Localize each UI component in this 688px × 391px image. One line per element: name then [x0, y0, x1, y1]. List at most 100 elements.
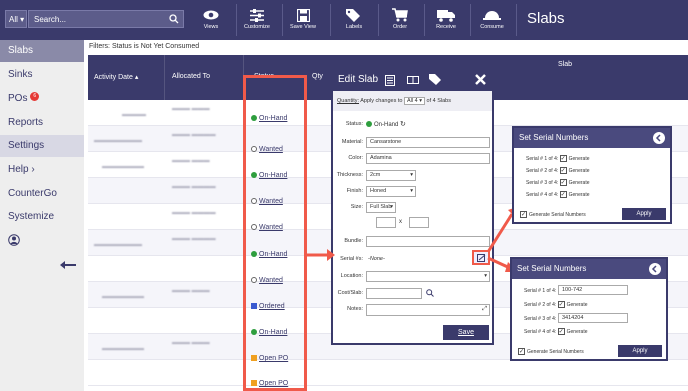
search-icon[interactable]: [426, 289, 434, 297]
apply-button[interactable]: Apply: [618, 345, 662, 357]
generate-all-label: Generate Serial Numbers: [529, 211, 586, 218]
generate-checkbox[interactable]: ✓: [559, 155, 567, 162]
height-input[interactable]: [409, 217, 429, 228]
serial-input[interactable]: 100-742: [558, 285, 628, 295]
customize-label: Customize: [244, 24, 270, 30]
sidebar-item-countergo[interactable]: CounterGo: [0, 183, 84, 205]
generate-checkbox[interactable]: ✓: [559, 167, 567, 174]
serial-row-label: Serial # 4 of 4:: [526, 191, 559, 198]
serial-row-label: Serial # 2 of 4:: [526, 167, 559, 174]
serial-row: Serial # 4 of 4: ✓ Generate: [524, 328, 588, 335]
blurred-cell: ▬▬▬ ▬▬▬▬: [172, 210, 216, 216]
close-icon[interactable]: [475, 74, 486, 85]
back-arrow-icon[interactable]: [653, 132, 665, 144]
table-row[interactable]: [88, 360, 688, 386]
generate-label: Generate: [568, 179, 590, 186]
sidebar-item-systemize[interactable]: Systemize: [0, 206, 84, 228]
sidebar-item-label: POs: [8, 93, 28, 104]
filter-bar[interactable]: Filters: Status is Not Yet Consumed: [84, 40, 688, 54]
tags-icon[interactable]: [429, 74, 442, 85]
save-button[interactable]: Save: [443, 325, 489, 340]
sidebar-item-sinks[interactable]: Sinks: [0, 64, 84, 86]
set-serial-numbers-panel: Set Serial Numbers Serial # 1 of 4: 100-…: [510, 257, 668, 361]
generate-checkbox[interactable]: ✓: [557, 328, 565, 335]
generate-checkbox[interactable]: ✓: [559, 179, 567, 186]
generate-checkbox[interactable]: ✓: [557, 301, 565, 308]
panel-title: Set Serial Numbers: [517, 264, 587, 273]
generate-all-checkbox[interactable]: ✓: [518, 348, 525, 355]
sidebar-item-settings[interactable]: Settings: [0, 135, 84, 157]
consume-button[interactable]: Consume: [469, 6, 515, 36]
sidebar-item-label: Systemize: [8, 211, 55, 222]
column-header-allocated-to[interactable]: Allocated To: [172, 73, 210, 80]
generate-checkbox[interactable]: ✓: [559, 191, 567, 198]
customize-button[interactable]: Customize: [234, 6, 280, 36]
status-value: On-Hand ↻: [366, 120, 406, 128]
serial-row: Serial # 1 of 4: ✓ Generate: [526, 155, 590, 162]
serial-row-label: Serial # 2 of 4:: [524, 301, 557, 308]
blurred-cell: ▬▬▬ ▬▬▬: [172, 288, 210, 294]
sidebar-item-label: Settings: [8, 140, 45, 151]
set-serial-numbers-panel: Set Serial Numbers Serial # 1 of 4: ✓ Gen…: [512, 126, 672, 224]
toolbar-divider: [516, 4, 517, 36]
blurred-cell: ▬▬▬▬▬▬▬▬: [94, 242, 142, 248]
thickness-select[interactable]: 2cm ▾: [366, 170, 416, 181]
search-icon[interactable]: [169, 14, 179, 24]
slab-dimensions-icon[interactable]: [407, 76, 419, 84]
order-button[interactable]: Order: [377, 6, 423, 36]
dimension-x: x: [399, 219, 402, 225]
sidebar-item-pos[interactable]: POs 6: [0, 88, 84, 110]
chevron-down-icon: ▾: [410, 188, 413, 194]
back-arrow-icon[interactable]: [649, 263, 661, 275]
notes-label: Notes:: [347, 306, 363, 312]
generate-label: Generate: [566, 328, 588, 335]
color-input[interactable]: Adamina: [366, 153, 490, 164]
bundle-input[interactable]: [366, 236, 490, 247]
views-button[interactable]: Views: [188, 6, 234, 36]
width-input[interactable]: [376, 217, 396, 228]
size-value: Full Slab: [370, 204, 392, 210]
column-header-activity-date[interactable]: Activity Date ▴: [94, 73, 138, 81]
user-icon[interactable]: [8, 234, 20, 246]
document-icon[interactable]: [385, 75, 395, 86]
size-label: Size:: [350, 204, 363, 210]
chevron-down-icon: ▾: [390, 204, 393, 210]
size-select[interactable]: Full Slab ▾: [366, 202, 396, 213]
column-header-qty[interactable]: Qty: [312, 73, 323, 80]
location-select[interactable]: ▾: [366, 271, 490, 282]
sidebar-item-label: Slabs: [8, 45, 34, 56]
finish-label: Finish:: [346, 188, 363, 194]
edit-slab-dialog: Edit Slab Quantity: Apply changes to All…: [331, 67, 494, 345]
serial-input[interactable]: 3414204: [558, 313, 628, 323]
eye-icon: [203, 10, 219, 20]
blurred-cell: ▬▬▬▬: [122, 112, 146, 118]
serial-row: Serial # 4 of 4: ✓ Generate: [526, 191, 590, 198]
search-input[interactable]: Search...: [28, 10, 184, 28]
sidebar-item-help[interactable]: Help ›: [0, 159, 84, 181]
save-view-label: Save View: [290, 24, 316, 30]
sidebar-item-slabs[interactable]: Slabs: [0, 40, 84, 62]
expand-icon[interactable]: ⤢: [482, 305, 487, 314]
notes-input[interactable]: ⤢: [366, 304, 490, 316]
cost-input[interactable]: [366, 288, 422, 299]
apply-scope-select[interactable]: All 4 ▾: [403, 97, 425, 105]
sidebar: Slabs Sinks POs 6 Reports Settings Help …: [0, 40, 84, 391]
generate-all-checkbox[interactable]: ✓: [520, 211, 527, 218]
labels-button[interactable]: Labels: [331, 6, 377, 36]
finish-value: Honed: [370, 188, 387, 194]
reset-icon[interactable]: ↻: [400, 121, 406, 128]
dialog-header: Edit Slab: [333, 69, 492, 91]
scope-select[interactable]: All ▾: [5, 10, 27, 28]
material-input[interactable]: Cansarstone: [366, 137, 490, 148]
collapse-arrow-icon[interactable]: [60, 261, 76, 269]
receive-button[interactable]: Receive: [423, 6, 469, 36]
sidebar-item-label: Reports: [8, 117, 44, 128]
sidebar-item-reports[interactable]: Reports: [0, 112, 84, 134]
quantity-label: Quantity:: [337, 98, 360, 104]
location-label: Location:: [340, 273, 363, 279]
order-label: Order: [392, 24, 408, 30]
check-icon: [366, 121, 372, 128]
save-view-button[interactable]: Save View: [280, 6, 326, 36]
apply-button[interactable]: Apply: [622, 208, 666, 220]
finish-select[interactable]: Honed ▾: [366, 186, 416, 197]
